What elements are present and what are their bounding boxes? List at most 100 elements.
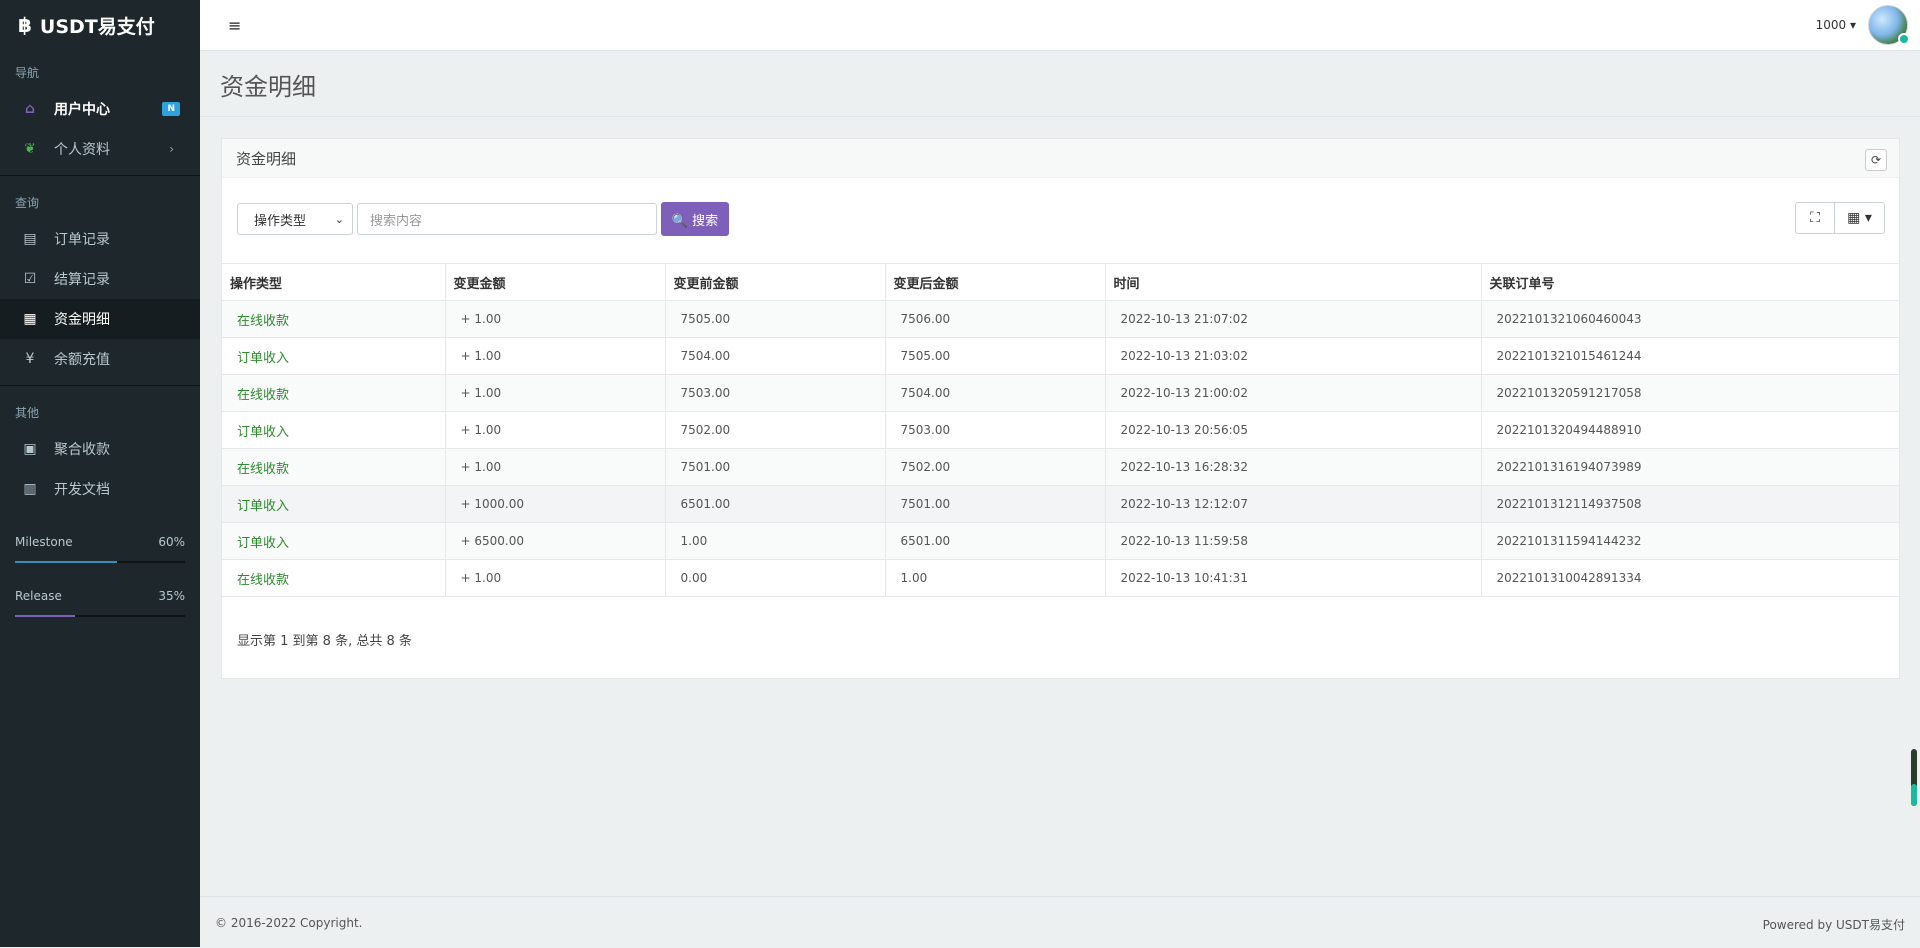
sidebar-item-label: 用户中心 [54,102,110,118]
operation-type-cell: 在线收款 [222,448,446,486]
main-content: 资金明细 资金明细 ⟳ 操作类型 ⌄ 搜索内容 🔍 搜索 ⛶ ▦ ▾ 操作类型 … [200,51,1920,679]
column-header[interactable]: 操作类型 [222,263,446,301]
qrcode-icon: ▣ [23,441,37,457]
fund-details-table: 操作类型 变更金额 变更前金额 变更后金额 时间 关联订单号 在线收款 + 1.… [222,263,1899,597]
amount-before-cell: 0.00 [665,559,886,597]
order-number-cell: 2022101321015461244 [1481,337,1899,375]
yen-icon: ¥ [25,351,35,367]
sidebar-item-label: 个人资料 [54,142,110,158]
amount-after-cell: 7504.00 [885,374,1106,412]
page-title: 资金明细 [220,73,316,101]
scroll-thumb[interactable] [1911,784,1917,806]
column-header[interactable]: 变更后金额 [885,263,1106,301]
amount-after-cell: 6501.00 [885,522,1106,560]
amount-before-cell: 7502.00 [665,411,886,449]
fullscreen-button[interactable]: ⛶ [1795,202,1835,234]
menu-toggle-icon[interactable]: ≡ [228,16,241,35]
chevron-right-icon: › [169,142,174,156]
amount-change-cell: + 1.00 [445,448,666,486]
search-toolbar: 操作类型 ⌄ 搜索内容 🔍 搜索 [237,202,729,236]
sidebar-item-label: 开发文档 [54,482,110,498]
new-badge: N [162,102,180,116]
search-input[interactable]: 搜索内容 [357,203,657,235]
operation-type-cell: 订单收入 [222,522,446,560]
amount-change-cell: + 1.00 [445,411,666,449]
amount-before-cell: 1.00 [665,522,886,560]
progress-percent: 35% [158,589,185,603]
amount-before-cell: 7503.00 [665,374,886,412]
release-progress: Release 35% [0,589,200,617]
amount-change-cell: + 1.00 [445,337,666,375]
order-number-cell: 2022101311594144232 [1481,522,1899,560]
amount-before-cell: 6501.00 [665,485,886,523]
sidebar-item-dev-docs[interactable]: ▥ 开发文档 [0,469,200,509]
column-header[interactable]: 关联订单号 [1481,263,1899,301]
time-cell: 2022-10-13 21:00:02 [1105,374,1482,412]
time-cell: 2022-10-13 12:12:07 [1105,485,1482,523]
sidebar-item-aggregate-pay[interactable]: ▣ 聚合收款 [0,429,200,469]
column-header[interactable]: 变更前金额 [665,263,886,301]
calendar-icon: ▦ [23,311,37,327]
sidebar-divider [0,175,200,176]
check-square-icon: ☑ [23,271,37,287]
time-cell: 2022-10-13 10:41:31 [1105,559,1482,597]
order-number-cell: 2022101320494488910 [1481,411,1899,449]
amount-after-cell: 7502.00 [885,448,1106,486]
scroll-indicator[interactable] [1911,749,1917,806]
progress-track [15,615,185,617]
sidebar-item-fund-details[interactable]: ▦ 资金明细 [0,299,200,339]
operation-type-cell: 在线收款 [222,300,446,338]
footer: © 2016-2022 Copyright. Powered by USDT易支… [200,896,1920,948]
leaf-icon: ❦ [24,141,36,157]
refresh-button[interactable]: ⟳ [1865,149,1887,171]
column-header[interactable]: 变更金额 [445,263,666,301]
online-status-dot [1898,33,1910,45]
order-number-cell: 2022101320591217058 [1481,374,1899,412]
operation-type-cell: 在线收款 [222,374,446,412]
progress-fill [15,615,75,617]
operation-type-select[interactable]: 操作类型 ⌄ [237,203,353,235]
copyright-text: © 2016-2022 Copyright. [215,916,363,930]
amount-change-cell: + 1.00 [445,374,666,412]
page-title-bar: 资金明细 [200,51,1920,117]
sidebar-divider [0,385,200,386]
nav-header-nav: 导航 [15,66,40,80]
progress-fill [15,561,117,563]
select-value: 操作类型 [254,213,307,229]
sidebar-item-label: 余额充值 [54,352,110,368]
home-icon: ⌂ [24,101,36,117]
sidebar-item-settlements[interactable]: ☑ 结算记录 [0,259,200,299]
table-row: 在线收款 + 1.00 7503.00 7504.00 2022-10-13 2… [222,374,1899,412]
search-button[interactable]: 🔍 搜索 [661,202,729,236]
chevron-down-icon: ⌄ [334,212,344,226]
sidebar-item-orders[interactable]: ▤ 订单记录 [0,219,200,259]
progress-label: Milestone [15,535,73,549]
table-row: 在线收款 + 1.00 7501.00 7502.00 2022-10-13 1… [222,448,1899,486]
amount-change-cell: + 6500.00 [445,522,666,560]
time-cell: 2022-10-13 11:59:58 [1105,522,1482,560]
sidebar-item-profile[interactable]: ❦ 个人资料 › [0,129,200,169]
column-header[interactable]: 时间 [1105,263,1482,301]
columns-toggle-button[interactable]: ▦ ▾ [1835,202,1885,234]
order-number-cell: 2022101310042891334 [1481,559,1899,597]
brand-logo[interactable]: ฿ USDT易支付 [0,0,200,50]
user-menu[interactable]: 1000 ▾ [1816,18,1856,32]
amount-after-cell: 7505.00 [885,337,1106,375]
pagination-info: 显示第 1 到第 8 条, 总共 8 条 [237,634,412,649]
amount-change-cell: + 1000.00 [445,485,666,523]
fund-details-panel: 资金明细 ⟳ 操作类型 ⌄ 搜索内容 🔍 搜索 ⛶ ▦ ▾ 操作类型 变更金额 [221,138,1900,679]
amount-after-cell: 7501.00 [885,485,1106,523]
amount-after-cell: 7503.00 [885,411,1106,449]
book-icon: ▥ [23,481,37,497]
sidebar-item-recharge[interactable]: ¥ 余额充值 [0,339,200,379]
sidebar-item-label: 订单记录 [54,232,110,248]
order-number-cell: 2022101312114937508 [1481,485,1899,523]
table-tools: ⛶ ▦ ▾ [1795,202,1885,234]
list-icon: ▤ [23,231,37,247]
operation-type-cell: 订单收入 [222,485,446,523]
sidebar-item-user-center[interactable]: ⌂ 用户中心 N [0,89,200,129]
amount-before-cell: 7501.00 [665,448,886,486]
operation-type-cell: 订单收入 [222,337,446,375]
sidebar-item-label: 结算记录 [54,272,110,288]
panel-heading: 资金明细 [222,139,1899,178]
